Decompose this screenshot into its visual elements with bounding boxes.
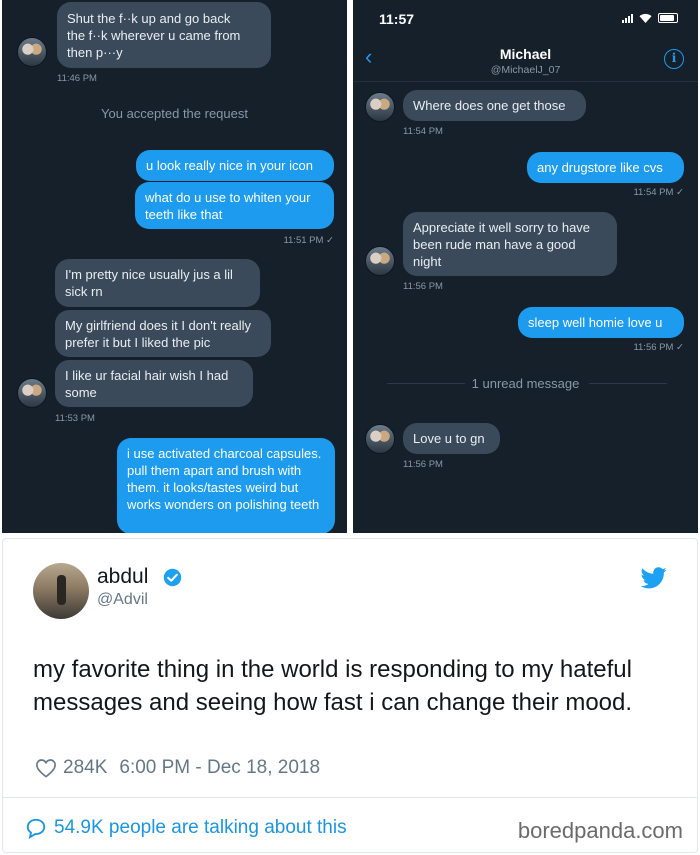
sender-avatar[interactable]	[365, 246, 395, 276]
message-timestamp: 11:51 PM ✓	[283, 235, 334, 246]
conversation-link[interactable]: 54.9K people are talking about this	[25, 817, 347, 839]
sender-avatar[interactable]	[17, 378, 47, 408]
message-line: Shut the f··k up and go back	[67, 11, 231, 26]
dm-panel-right: 11:57 ‹ Michael @MichaelJ_07 i Where doe…	[353, 0, 698, 533]
signal-icon	[622, 13, 633, 23]
status-bar: 11:57	[353, 0, 698, 38]
card-divider	[3, 797, 697, 798]
dm-panel-left: Shut the f··k up and go back the f··k wh…	[2, 0, 347, 533]
status-time: 11:57	[379, 11, 415, 27]
message-timestamp: 11:56 PM ✓	[633, 342, 684, 353]
tweet-meta: 284K 6:00 PM - Dec 18, 2018	[35, 757, 320, 779]
tweet-text: my favorite thing in the world is respon…	[33, 656, 633, 716]
info-icon[interactable]: i	[664, 49, 684, 69]
sender-avatar[interactable]	[17, 37, 47, 67]
tweet-timestamp[interactable]: 6:00 PM - Dec 18, 2018	[119, 757, 320, 779]
status-icons	[622, 13, 678, 23]
verified-badge-icon	[163, 568, 182, 587]
incoming-message: I like ur facial hair wish I had some	[55, 360, 253, 407]
message-timestamp: 11:46 PM	[57, 73, 97, 84]
request-accepted-note: You accepted the request	[101, 106, 248, 121]
outgoing-message: what do u use to whiten your teeth like …	[135, 182, 334, 229]
contact-handle: @MichaelJ_07	[490, 64, 561, 76]
incoming-message-insult: Shut the f··k up and go back the f··k wh…	[57, 2, 271, 68]
incoming-message: Appreciate it well sorry to have been ru…	[403, 212, 617, 276]
outgoing-message: i use activated charcoal capsules. pull …	[117, 438, 335, 533]
author-handle[interactable]: @Advil	[97, 591, 148, 609]
twitter-bird-icon[interactable]	[641, 567, 667, 589]
message-line: the f··k wherever u came from	[67, 28, 241, 43]
conversation-header: ‹ Michael @MichaelJ_07 i	[353, 38, 698, 82]
sender-avatar[interactable]	[365, 424, 395, 454]
sender-avatar[interactable]	[365, 92, 395, 122]
contact-name[interactable]: Michael	[353, 46, 698, 62]
boredpanda-watermark: boredpanda.com	[517, 818, 683, 843]
unread-divider-line	[589, 383, 667, 384]
outgoing-message: any drugstore like cvs	[527, 152, 684, 183]
outgoing-message: sleep well homie love u	[518, 307, 684, 338]
incoming-message: I'm pretty nice usually jus a lil sick r…	[55, 259, 260, 307]
like-count[interactable]: 284K	[63, 757, 107, 779]
incoming-message: My girlfriend does it I don't really pre…	[55, 310, 271, 357]
outgoing-message: u look really nice in your icon	[136, 150, 334, 181]
heart-icon[interactable]	[35, 758, 57, 778]
author-avatar[interactable]	[33, 563, 89, 619]
wifi-icon	[639, 13, 652, 23]
reply-bubble-icon	[26, 818, 46, 839]
message-timestamp: 11:54 PM ✓	[633, 187, 684, 198]
message-timestamp: 11:53 PM	[55, 413, 95, 424]
message-timestamp: 11:56 PM	[403, 281, 443, 292]
incoming-message: Where does one get those	[403, 90, 586, 121]
message-timestamp: 11:54 PM	[403, 126, 443, 137]
incoming-message: Love u to gn	[403, 423, 500, 454]
talking-count-label[interactable]: 54.9K people are talking about this	[54, 817, 347, 839]
tweet-card[interactable]: abdul @Advil my favorite thing in the wo…	[2, 538, 698, 853]
message-timestamp: 11:56 PM	[403, 459, 443, 470]
battery-icon	[658, 13, 678, 23]
author-name[interactable]: abdul	[97, 565, 148, 589]
message-line: then p···y	[67, 45, 123, 60]
